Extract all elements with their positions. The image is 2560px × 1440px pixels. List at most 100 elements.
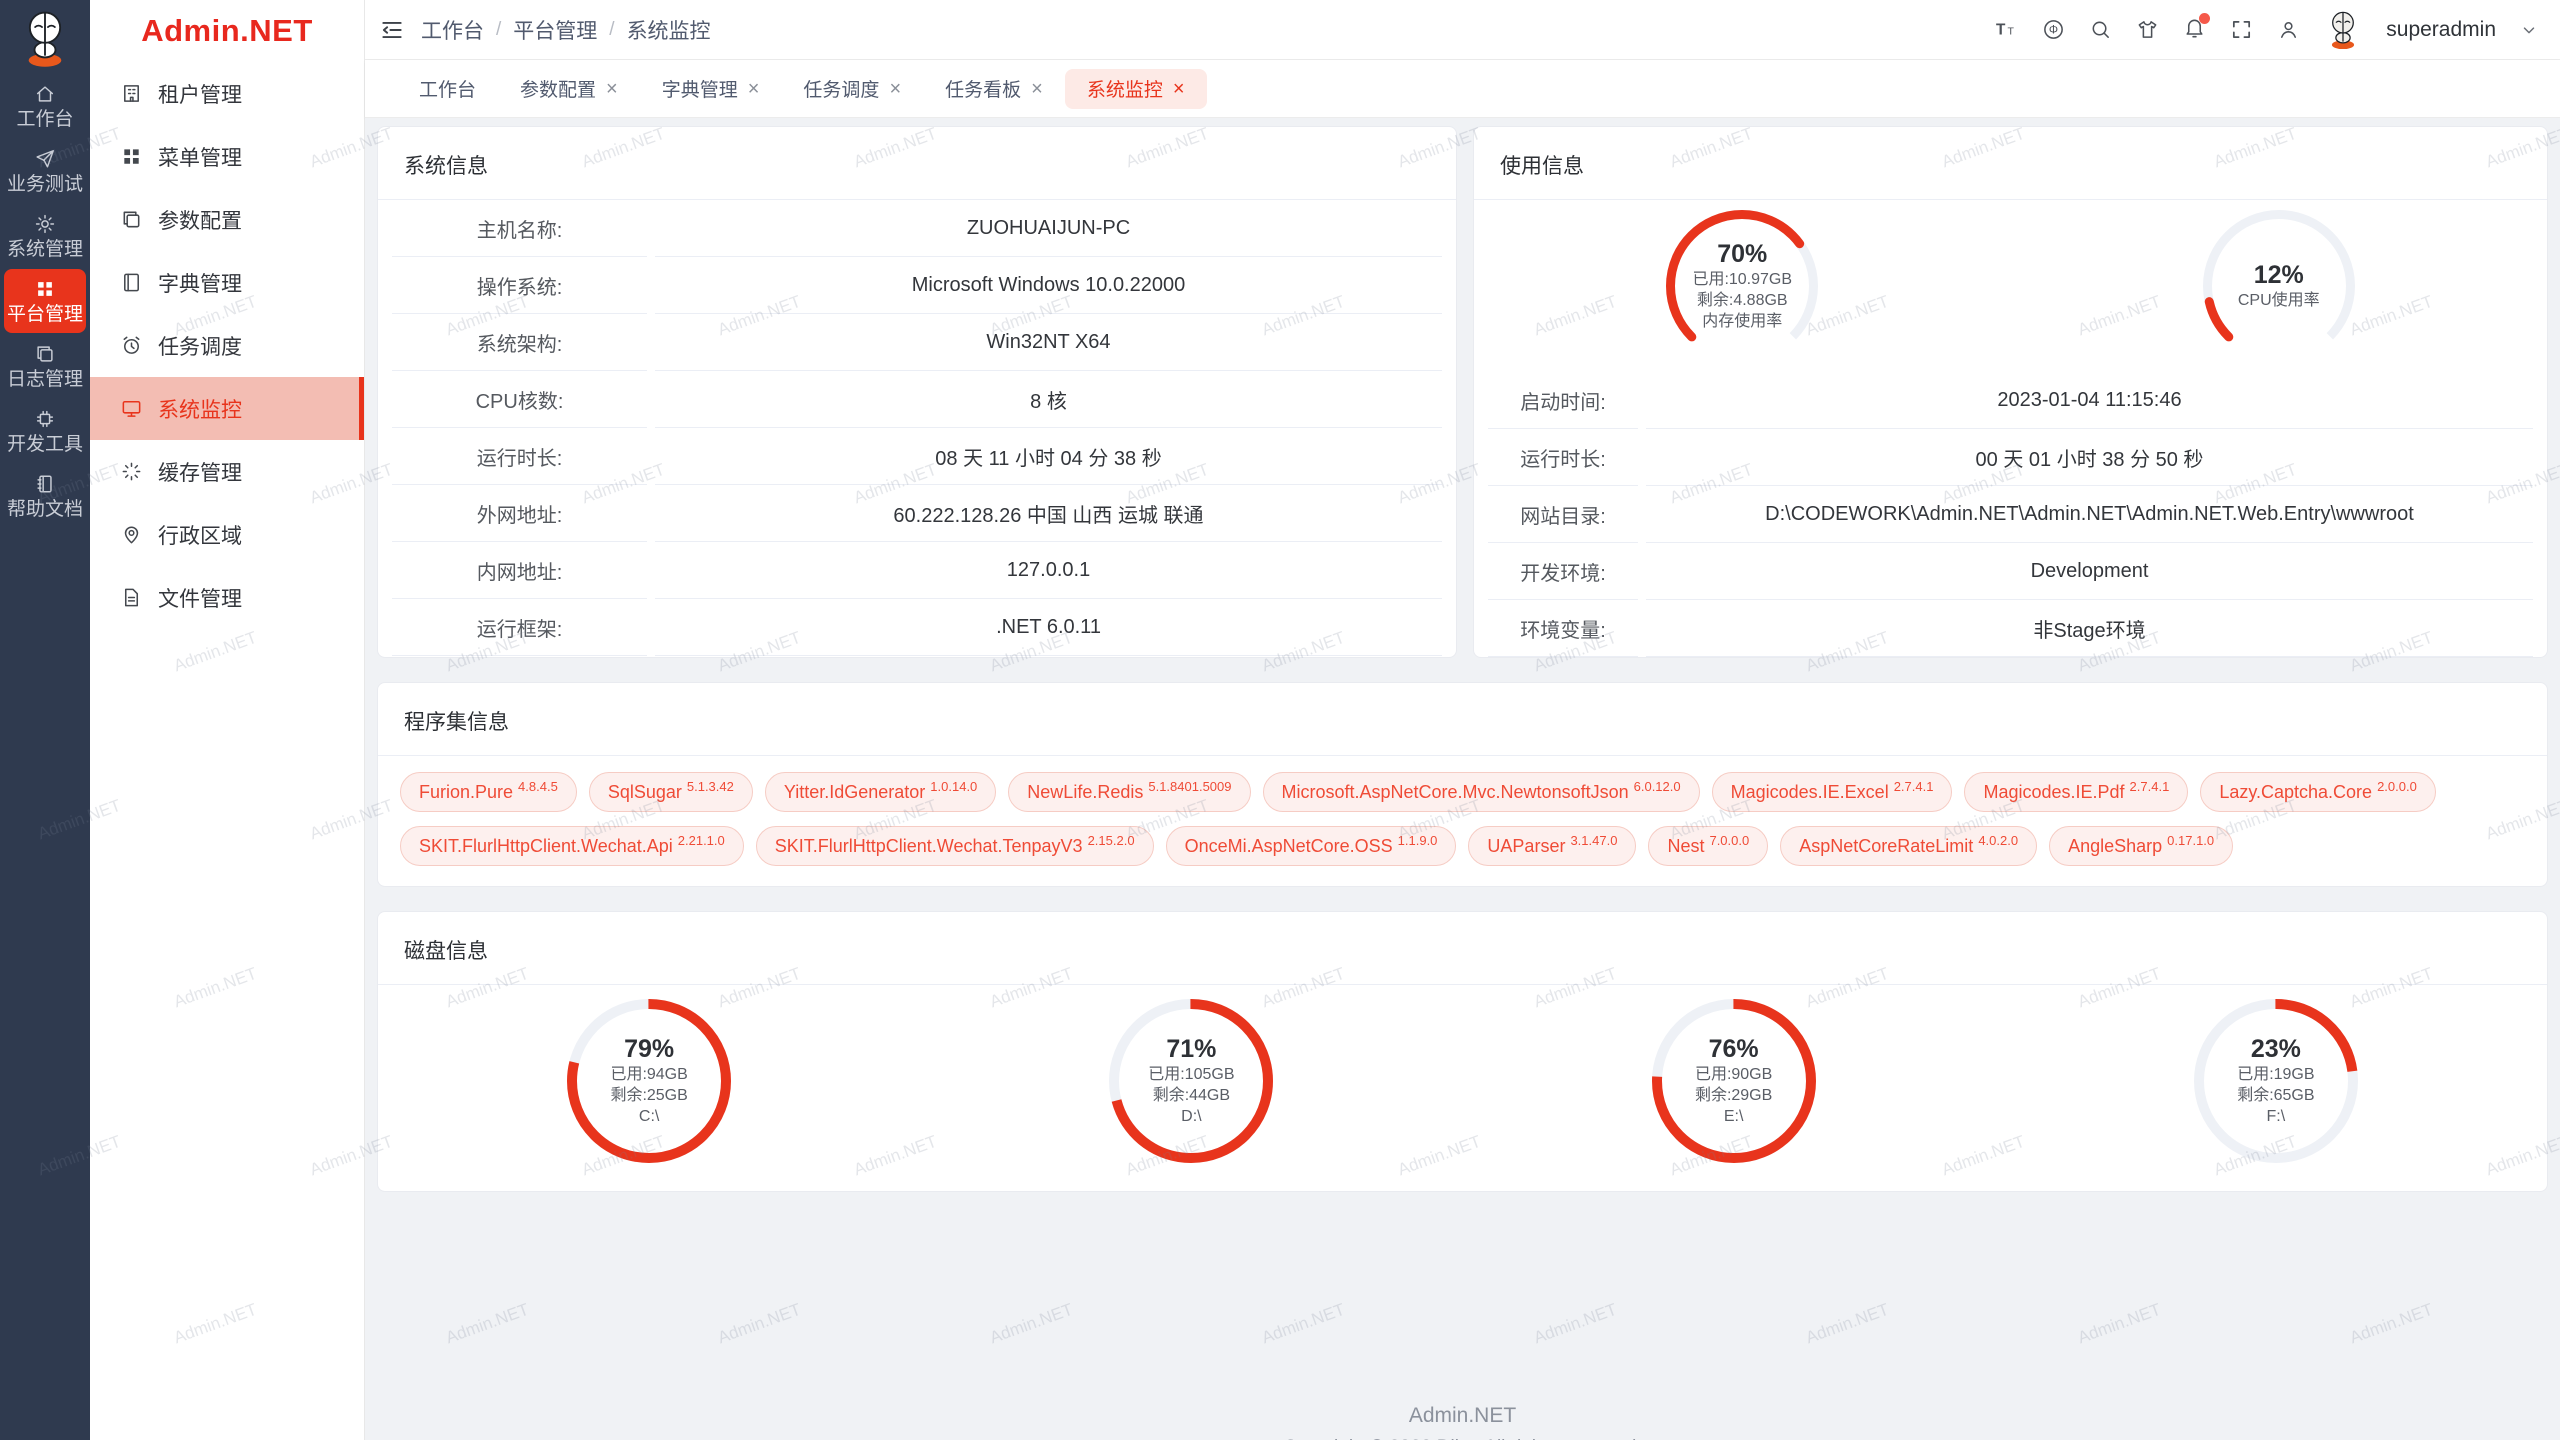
rail-item-log-mgmt[interactable]: 日志管理 xyxy=(4,334,86,398)
tab-task-board[interactable]: 任务看板× xyxy=(923,69,1065,109)
menu-item-task-schedule[interactable]: 任务调度 xyxy=(90,314,364,377)
info-value: 2023-01-04 11:15:46 xyxy=(1646,372,2533,429)
tab-workbench[interactable]: 工作台 xyxy=(397,69,498,109)
info-row: 主机名称:ZUOHUAIJUN-PC xyxy=(392,200,1442,257)
assembly-version: 1.0.14.0 xyxy=(930,779,977,794)
menu-item-tenant-mgmt[interactable]: 租户管理 xyxy=(90,62,364,125)
grid-icon xyxy=(120,145,143,168)
assembly-version: 2.21.1.0 xyxy=(678,833,725,848)
assembly-tag: Yitter.IdGenerator1.0.14.0 xyxy=(765,772,996,812)
language-icon[interactable]: Φ xyxy=(2042,18,2065,41)
collapse-menu-icon[interactable] xyxy=(379,17,405,43)
tab-task-schedule[interactable]: 任务调度× xyxy=(781,69,923,109)
rail-item-workbench[interactable]: 工作台 xyxy=(4,74,86,138)
breadcrumb-item[interactable]: 工作台 xyxy=(421,15,484,45)
search-icon[interactable] xyxy=(2089,18,2112,41)
assembly-tag: SKIT.FlurlHttpClient.Wechat.Api2.21.1.0 xyxy=(400,826,744,866)
rail-item-business-test[interactable]: 业务测试 xyxy=(4,139,86,203)
building-icon xyxy=(120,82,143,105)
menu-item-file-mgmt[interactable]: 文件管理 xyxy=(90,566,364,629)
menu-item-menu-mgmt[interactable]: 菜单管理 xyxy=(90,125,364,188)
info-value: 8 核 xyxy=(655,371,1442,428)
info-value: Microsoft Windows 10.0.22000 xyxy=(655,257,1442,314)
system-info-rows: 主机名称:ZUOHUAIJUN-PC操作系统:Microsoft Windows… xyxy=(378,200,1456,656)
rail-item-dev-tools[interactable]: 开发工具 xyxy=(4,399,86,463)
tab-bar: 工作台参数配置×字典管理×任务调度×任务看板×系统监控× xyxy=(365,60,2560,118)
info-label: 主机名称: xyxy=(392,200,647,257)
breadcrumb-item[interactable]: 平台管理 xyxy=(513,15,597,45)
footer-app-name: Admin.NET xyxy=(377,1404,2548,1428)
donut-label: C:\ xyxy=(639,1109,659,1125)
menu-item-dict-mgmt[interactable]: 字典管理 xyxy=(90,251,364,314)
donut-label: F:\ xyxy=(2267,1109,2286,1125)
send-icon xyxy=(34,148,56,170)
user-avatar[interactable] xyxy=(2324,10,2362,50)
assembly-tag: SqlSugar5.1.3.42 xyxy=(589,772,753,812)
svg-text:Φ: Φ xyxy=(2049,25,2058,37)
menu-item-label: 租户管理 xyxy=(158,79,242,109)
info-label: 内网地址: xyxy=(392,542,647,599)
system-info-title: 系统信息 xyxy=(378,127,1456,200)
donut-label: 已用:105GB xyxy=(1148,1067,1234,1083)
info-label: CPU核数: xyxy=(392,371,647,428)
assembly-name: NewLife.Redis xyxy=(1027,782,1143,803)
breadcrumb-item[interactable]: 系统监控 xyxy=(627,15,711,45)
rail-item-platform-mgmt[interactable]: 平台管理 xyxy=(4,269,86,333)
menu-item-cache-mgmt[interactable]: 缓存管理 xyxy=(90,440,364,503)
grid-icon xyxy=(34,278,56,300)
tab-close-icon[interactable]: × xyxy=(889,79,901,99)
info-label: 网站目录: xyxy=(1488,486,1638,543)
donut-percent: 71% xyxy=(1166,1037,1216,1062)
rail-item-help-docs[interactable]: 帮助文档 xyxy=(4,464,86,528)
notifications-button[interactable] xyxy=(2183,16,2206,44)
disk-f-donut: 23%已用:19GB剩余:65GBF:\ xyxy=(2194,999,2358,1163)
disk-c-donut-text: 79%已用:94GB剩余:25GBC:\ xyxy=(567,999,731,1163)
chevron-down-icon[interactable] xyxy=(2520,21,2538,39)
donut-percent: 79% xyxy=(624,1037,674,1062)
usage-info-rows: 启动时间:2023-01-04 11:15:46运行时长:00 天 01 小时 … xyxy=(1474,372,2547,657)
tab-dict-mgmt[interactable]: 字典管理 × xyxy=(640,69,782,109)
topbar-left: 工作台/平台管理/系统监控 xyxy=(379,15,711,45)
tab-label: 字典管理 xyxy=(662,75,738,102)
user-icon[interactable] xyxy=(2277,18,2300,41)
menu-item-admin-region[interactable]: 行政区域 xyxy=(90,503,364,566)
assembly-name: AspNetCoreRateLimit xyxy=(1799,836,1973,857)
menu-item-param-config[interactable]: 参数配置 xyxy=(90,188,364,251)
assembly-version: 5.1.8401.5009 xyxy=(1148,779,1231,794)
menu-item-system-monitor[interactable]: 系统监控 xyxy=(90,377,364,440)
notebook-icon xyxy=(34,473,56,495)
menu-item-label: 文件管理 xyxy=(158,583,242,613)
tab-close-icon[interactable]: × xyxy=(1031,79,1043,99)
menu-item-label: 系统监控 xyxy=(158,394,242,424)
assembly-tag: Furion.Pure4.8.4.5 xyxy=(400,772,577,812)
loading-icon xyxy=(120,460,143,483)
info-value: 127.0.0.1 xyxy=(655,542,1442,599)
tab-param-config[interactable]: 参数配置× xyxy=(498,69,640,109)
info-label: 操作系统: xyxy=(392,257,647,314)
fullscreen-icon[interactable] xyxy=(2230,18,2253,41)
assembly-version: 6.0.12.0 xyxy=(1634,779,1681,794)
donut-percent: 12% xyxy=(2254,263,2304,288)
rail-item-system-mgmt[interactable]: 系统管理 xyxy=(4,204,86,268)
font-size-icon[interactable]: TT xyxy=(1995,18,2018,41)
tab-close-icon[interactable]: × xyxy=(1173,79,1185,99)
assembly-name: SqlSugar xyxy=(608,782,682,803)
theme-icon[interactable] xyxy=(2136,18,2159,41)
menu-item-label: 字典管理 xyxy=(158,268,242,298)
app-avatar-logo[interactable] xyxy=(17,9,73,67)
info-row: 运行时长:08 天 11 小时 04 分 38 秒 xyxy=(392,428,1442,485)
menu-item-label: 缓存管理 xyxy=(158,457,242,487)
assembly-version: 2.0.0.0 xyxy=(2377,779,2417,794)
assembly-tag: OnceMi.AspNetCore.OSS1.1.9.0 xyxy=(1166,826,1457,866)
donut-percent: 70% xyxy=(1717,242,1767,267)
info-row: 启动时间:2023-01-04 11:15:46 xyxy=(1488,372,2533,429)
app-root: 工作台业务测试系统管理平台管理日志管理开发工具帮助文档 Admin.NET 租户… xyxy=(0,0,2560,1440)
donut-label: D:\ xyxy=(1181,1109,1201,1125)
disk-c-donut: 79%已用:94GB剩余:25GBC:\ xyxy=(567,999,731,1163)
tab-close-icon[interactable]: × xyxy=(748,79,760,99)
tab-system-monitor[interactable]: 系统监控× xyxy=(1065,69,1207,109)
dictionary-icon xyxy=(120,271,143,294)
svg-text:T: T xyxy=(2008,25,2015,37)
current-user-name[interactable]: superadmin xyxy=(2386,18,2496,42)
tab-close-icon[interactable]: × xyxy=(606,79,618,99)
